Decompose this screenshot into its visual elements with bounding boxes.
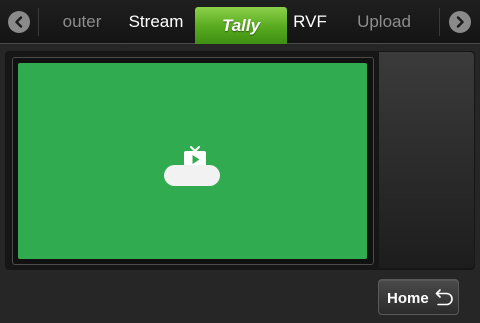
tally-preview[interactable] xyxy=(18,63,367,259)
tab-strip: outer Stream Tally RVF Upload xyxy=(39,0,439,44)
status-pill xyxy=(164,165,220,186)
home-button[interactable]: Home xyxy=(378,279,459,315)
tab-rvf[interactable]: RVF xyxy=(287,0,333,44)
return-arrow-icon xyxy=(435,289,453,306)
chevron-right-icon[interactable] xyxy=(449,11,471,33)
tab-router[interactable]: outer xyxy=(51,0,113,44)
tab-separator xyxy=(439,8,440,36)
home-button-label: Home xyxy=(387,290,429,307)
tab-stream[interactable]: Stream xyxy=(119,0,193,44)
tab-upload[interactable]: Upload xyxy=(349,0,419,44)
tab-bar: outer Stream Tally RVF Upload xyxy=(0,0,480,44)
chevron-left-icon[interactable] xyxy=(8,11,30,33)
side-area xyxy=(379,52,474,268)
app-window: outer Stream Tally RVF Upload Home xyxy=(0,0,480,323)
tab-tally[interactable]: Tally xyxy=(195,7,287,44)
tally-panel xyxy=(5,51,475,270)
preview-frame xyxy=(12,57,374,265)
